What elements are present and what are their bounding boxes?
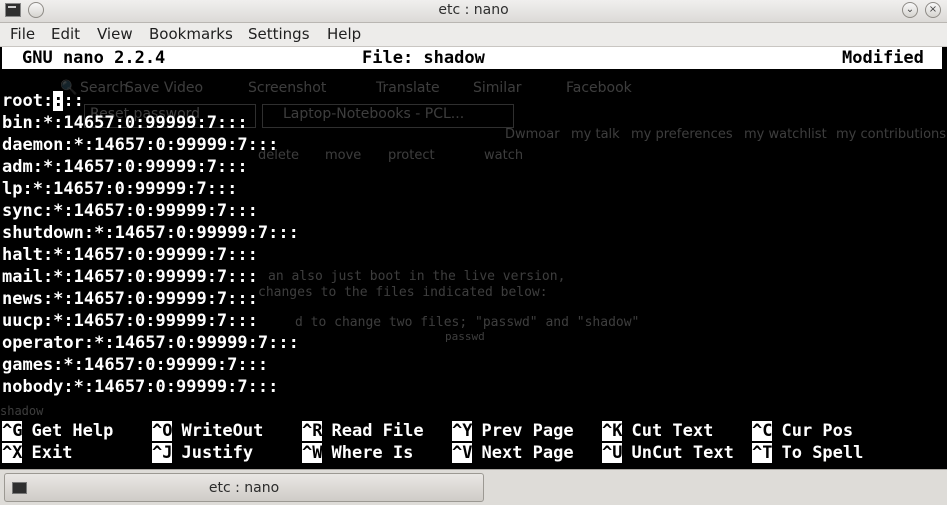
window-title: etc : nano [438, 2, 509, 18]
bg-toolbar-facebook: Facebook [566, 80, 632, 96]
file-line[interactable]: halt:*:14657:0:99999:7::: [2, 244, 299, 266]
shortcut-uncut-text[interactable]: ^U UnCut Text [602, 442, 734, 464]
shortcut-to-spell[interactable]: ^T To Spell [752, 442, 863, 464]
file-line[interactable]: games:*:14657:0:99999:7::: [2, 354, 299, 376]
file-line[interactable]: bin:*:14657:0:99999:7::: [2, 112, 299, 134]
minimize-button[interactable]: ⌄ [902, 2, 918, 18]
bg-toolbar-similar: Similar [473, 80, 522, 96]
shortcut-cut-text[interactable]: ^K Cut Text [602, 420, 713, 442]
shortcut-writeout[interactable]: ^O WriteOut [152, 420, 263, 442]
bg-action-protect: protect [388, 148, 435, 163]
shortcut-label: WriteOut [181, 421, 264, 441]
menu-bar: File Edit View Bookmarks Settings Help [0, 23, 947, 47]
window-titlebar: etc : nano ⌄ × [0, 0, 947, 23]
bg-text-5: shadow [0, 404, 44, 418]
shortcut-label: Exit [31, 443, 73, 463]
shortcut-key: ^J [152, 443, 173, 463]
shortcut-exit[interactable]: ^X Exit [2, 442, 72, 464]
taskbar-item-label: etc : nano [208, 480, 280, 496]
shortcut-read-file[interactable]: ^R Read File [302, 420, 424, 442]
shortcut-label: Cut Text [631, 421, 714, 441]
shortcut-key: ^R [302, 421, 323, 441]
line-text: root: [2, 91, 54, 111]
shortcut-key: ^C [752, 421, 773, 441]
file-content[interactable]: root:::: bin:*:14657:0:99999:7::: daemon… [2, 90, 299, 398]
shortcut-key: ^U [602, 443, 623, 463]
bg-user-link-3: my preferences [631, 127, 733, 142]
shortcut-key: ^V [452, 443, 473, 463]
shortcut-key: ^W [302, 443, 323, 463]
taskbar: etc : nano [0, 469, 947, 505]
bg-user-link-4: my watchlist [744, 127, 827, 142]
shortcut-key: ^O [152, 421, 173, 441]
bg-tab-2-label: Laptop-Notebooks - PCL... [283, 106, 465, 122]
bg-user-link-5: my contributions [836, 127, 947, 142]
menu-settings[interactable]: Settings [248, 25, 310, 43]
shortcut-justify[interactable]: ^J Justify [152, 442, 253, 464]
file-line[interactable]: lp:*:14657:0:99999:7::: [2, 178, 299, 200]
file-line[interactable]: uucp:*:14657:0:99999:7::: [2, 310, 299, 332]
shortcut-cur-pos[interactable]: ^C Cur Pos [752, 420, 853, 442]
file-line[interactable]: daemon:*:14657:0:99999:7::: [2, 134, 299, 156]
bg-action-watch: watch [484, 148, 524, 163]
shortcut-label: Prev Page [481, 421, 574, 441]
shortcut-label: Next Page [481, 443, 574, 463]
bg-text-2: changes to the files indicated below: [258, 285, 548, 300]
shortcut-key: ^K [602, 421, 623, 441]
menu-bookmarks[interactable]: Bookmarks [149, 25, 233, 43]
bg-tab-2 [262, 104, 514, 128]
nano-header: GNU nano 2.2.4 File: shadow Modified [2, 47, 942, 69]
text-cursor: : [53, 91, 64, 111]
shortcut-label: Justify [181, 443, 254, 463]
shortcut-label: Cur Pos [781, 421, 854, 441]
file-line[interactable]: sync:*:14657:0:99999:7::: [2, 200, 299, 222]
nano-modified-status: Modified [842, 48, 924, 68]
shortcut-get-help[interactable]: ^G Get Help [2, 420, 113, 442]
nano-filename: File: shadow [362, 48, 485, 68]
nano-version: GNU nano 2.2.4 [22, 48, 166, 68]
close-button[interactable]: × [925, 2, 941, 18]
shortcut-label: To Spell [781, 443, 864, 463]
menu-edit[interactable]: Edit [51, 25, 80, 43]
file-line[interactable]: news:*:14657:0:99999:7::: [2, 288, 299, 310]
menu-help[interactable]: Help [327, 25, 361, 43]
taskbar-item-etc-nano[interactable]: etc : nano [4, 473, 484, 502]
menu-file[interactable]: File [10, 25, 35, 43]
file-line[interactable]: shutdown:*:14657:0:99999:7::: [2, 222, 299, 244]
shortcut-next-page[interactable]: ^V Next Page [452, 442, 574, 464]
bg-toolbar-translate: Translate [376, 80, 440, 96]
shortcut-key: ^G [2, 421, 23, 441]
bg-user-link-2: my talk [571, 127, 620, 142]
shortcut-where-is[interactable]: ^W Where Is [302, 442, 413, 464]
file-line[interactable]: nobody:*:14657:0:99999:7::: [2, 376, 299, 398]
menu-view[interactable]: View [97, 25, 133, 43]
shortcut-label: Get Help [31, 421, 114, 441]
file-line[interactable]: mail:*:14657:0:99999:7::: [2, 266, 299, 288]
shortcut-label: UnCut Text [631, 443, 734, 463]
bg-user-link-1: Dwmoar [505, 127, 560, 142]
line-text: :: [63, 91, 84, 111]
shortcut-label: Read File [331, 421, 424, 441]
shortcut-key: ^T [752, 443, 773, 463]
bg-action-move: move [325, 148, 362, 163]
bg-text-4: passwd [445, 330, 485, 343]
file-line[interactable]: adm:*:14657:0:99999:7::: [2, 156, 299, 178]
bg-text-1: an also just boot in the live version, [268, 269, 566, 284]
shortcut-key: ^Y [452, 421, 473, 441]
bg-text-3: d to change two files; "passwd" and "sha… [295, 315, 640, 330]
shortcut-key: ^X [2, 443, 23, 463]
file-line-root[interactable]: root:::: [2, 90, 299, 112]
shortcut-label: Where Is [331, 443, 414, 463]
terminal-area[interactable]: 🔍 Search Save Video Screenshot Translate… [0, 47, 947, 469]
shortcut-prev-page[interactable]: ^Y Prev Page [452, 420, 574, 442]
file-line[interactable]: operator:*:14657:0:99999:7::: [2, 332, 299, 354]
